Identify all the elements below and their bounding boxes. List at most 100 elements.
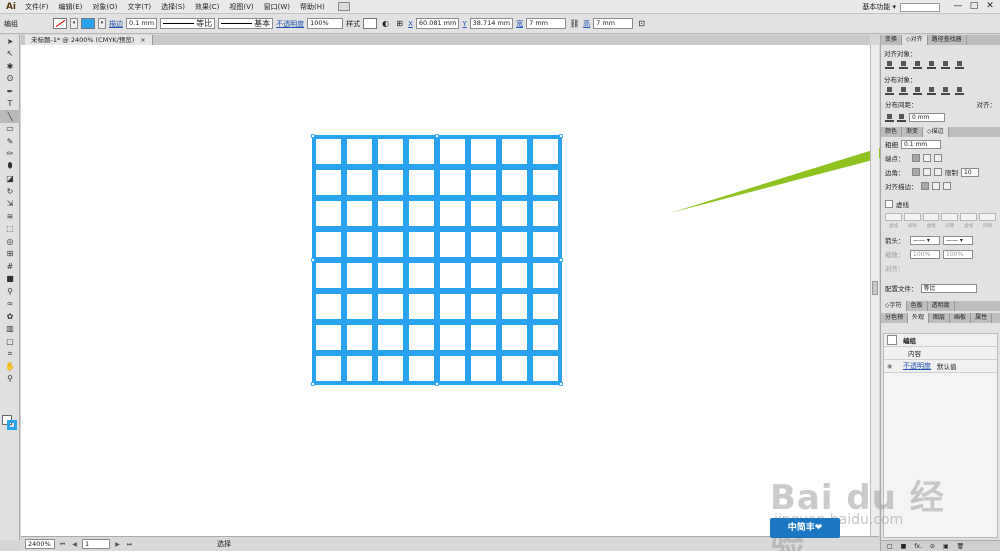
lasso-tool[interactable]: ʘ (0, 73, 20, 86)
grid-cell[interactable] (467, 197, 500, 230)
visibility-eye-icon[interactable]: ◉ (887, 363, 897, 370)
minimize-button[interactable]: — (950, 0, 966, 14)
tab-appearance[interactable]: 外观 (908, 313, 930, 323)
grid-cell[interactable] (374, 197, 407, 230)
add-fill-icon[interactable]: ■ (901, 543, 907, 550)
rectangle-tool[interactable]: ▭ (0, 123, 20, 136)
opacity-field[interactable]: 100% (307, 18, 344, 29)
tab-transform[interactable]: 变换 (881, 35, 903, 45)
tab-gradient[interactable]: 渐变 (902, 127, 924, 137)
grid-cell[interactable] (343, 228, 376, 261)
duplicate-item-icon[interactable]: ▣ (943, 543, 949, 550)
align-top-icon[interactable] (927, 61, 936, 69)
blob-brush-tool[interactable]: ⬮ (0, 160, 20, 173)
grid-cell[interactable] (374, 290, 407, 323)
selected-grid-group[interactable] (291, 90, 566, 390)
clear-appearance-icon[interactable]: ⊘ (930, 543, 935, 550)
grid-cell[interactable] (529, 352, 562, 385)
stroke-label[interactable]: 描边 (109, 19, 123, 29)
zoom-tool[interactable]: ⚲ (0, 373, 20, 386)
delete-item-icon[interactable]: 🗑 (957, 543, 965, 550)
fill-dropdown-icon[interactable]: ▾ (70, 18, 78, 29)
grid-cell[interactable] (312, 290, 345, 323)
height-label[interactable]: 高 (583, 19, 590, 29)
distribute-hcenter-icon[interactable] (941, 87, 950, 95)
grid-cell[interactable] (374, 135, 407, 168)
tab-character[interactable]: ◇字符 (881, 301, 907, 311)
distribute-top-icon[interactable] (885, 87, 894, 95)
grid-cell[interactable] (498, 228, 531, 261)
warp-tool[interactable]: ≋ (0, 210, 20, 223)
grid-cell[interactable] (529, 166, 562, 199)
tab-color[interactable]: 颜色 (881, 127, 903, 137)
grid-cell[interactable] (405, 321, 438, 354)
paintbrush-tool[interactable]: ✎ (0, 135, 20, 148)
y-label[interactable]: Y (462, 20, 466, 28)
stroke-proxy[interactable] (7, 420, 17, 430)
prev-artboard-icon[interactable]: ◀ (70, 540, 79, 549)
width-field[interactable]: 7 mm (526, 18, 567, 29)
perspective-grid-tool[interactable]: ⊞ (0, 248, 20, 261)
grid-cell[interactable] (312, 197, 345, 230)
grid-cell[interactable] (374, 259, 407, 292)
bounding-box-handle[interactable] (559, 134, 563, 138)
grid-cell[interactable] (529, 290, 562, 323)
gap-field[interactable] (903, 213, 921, 221)
help-search-input[interactable] (900, 2, 940, 12)
type-tool[interactable]: T (0, 98, 20, 111)
stroke-weight-field[interactable]: 0.1 mm (126, 18, 158, 29)
workspace-label[interactable]: 基本功能 ▾ (862, 2, 896, 12)
align-center-stroke-button[interactable] (920, 182, 929, 190)
vertical-scrollbar[interactable] (870, 45, 879, 536)
direct-selection-tool[interactable]: ↖ (0, 48, 20, 61)
distribute-bottom-icon[interactable] (913, 87, 922, 95)
grid-cell[interactable] (343, 135, 376, 168)
magic-wand-tool[interactable]: ✱ (0, 60, 20, 73)
menu-type[interactable]: 文字(T) (122, 0, 156, 14)
width-label[interactable]: 宽 (516, 19, 523, 29)
start-scale-field[interactable]: 100% (910, 249, 940, 259)
menu-edit[interactable]: 编辑(E) (54, 0, 88, 14)
add-effect-icon[interactable]: fx. (914, 543, 922, 550)
tab-attributes[interactable]: 属性 (971, 313, 993, 323)
gradient-tool[interactable]: ■ (0, 273, 20, 286)
align-outside-stroke-button[interactable] (942, 182, 951, 190)
grid-cell[interactable] (529, 197, 562, 230)
fill-stroke-swatches[interactable] (2, 415, 18, 431)
workspace-switcher[interactable]: 基本功能 ▾ (862, 0, 940, 14)
grid-cell[interactable] (467, 135, 500, 168)
grid-cell[interactable] (529, 228, 562, 261)
grid-cell[interactable] (343, 352, 376, 385)
tab-swatches[interactable]: 色板 (907, 301, 928, 311)
menu-help[interactable]: 帮助(H) (295, 0, 330, 14)
bounding-box-handle[interactable] (435, 382, 439, 386)
grid-cell[interactable] (467, 352, 500, 385)
grid-cell[interactable] (374, 321, 407, 354)
recolor-icon[interactable]: ◐ (380, 18, 391, 29)
end-scale-field[interactable]: 100% (943, 249, 973, 259)
dash-field[interactable] (885, 213, 902, 221)
add-stroke-icon[interactable]: □ (887, 543, 893, 550)
bridge-icon[interactable] (337, 2, 350, 11)
tab-layers[interactable]: 图层 (929, 313, 951, 323)
grid-cell[interactable] (529, 321, 562, 354)
bounding-box-handle[interactable] (311, 258, 315, 262)
grid-cell[interactable] (529, 259, 562, 292)
y-field[interactable]: 38.714 mm (469, 18, 514, 29)
brush-definition[interactable]: 基本 (218, 18, 274, 29)
tab-separations[interactable]: 分色预 (881, 313, 909, 323)
bounding-box-handle[interactable] (559, 382, 563, 386)
artboard-tool[interactable]: ▢ (0, 335, 20, 348)
vertical-scroll-thumb[interactable] (872, 281, 878, 295)
last-artboard-icon[interactable]: ⏭ (125, 540, 134, 549)
bounding-box-handle[interactable] (311, 134, 315, 138)
selection-tool[interactable]: ➤ (0, 35, 20, 48)
graphic-style-swatch[interactable] (363, 18, 378, 29)
document-tab[interactable]: 未标题-1* @ 2400% (CMYK/预览) × (25, 35, 153, 45)
maximize-button[interactable]: □ (966, 0, 982, 14)
grid-cell[interactable] (498, 135, 531, 168)
grid-cell[interactable] (405, 228, 438, 261)
grid-cell[interactable] (312, 166, 345, 199)
height-field[interactable]: 7 mm (593, 18, 634, 29)
menu-effect[interactable]: 效果(C) (190, 0, 224, 14)
